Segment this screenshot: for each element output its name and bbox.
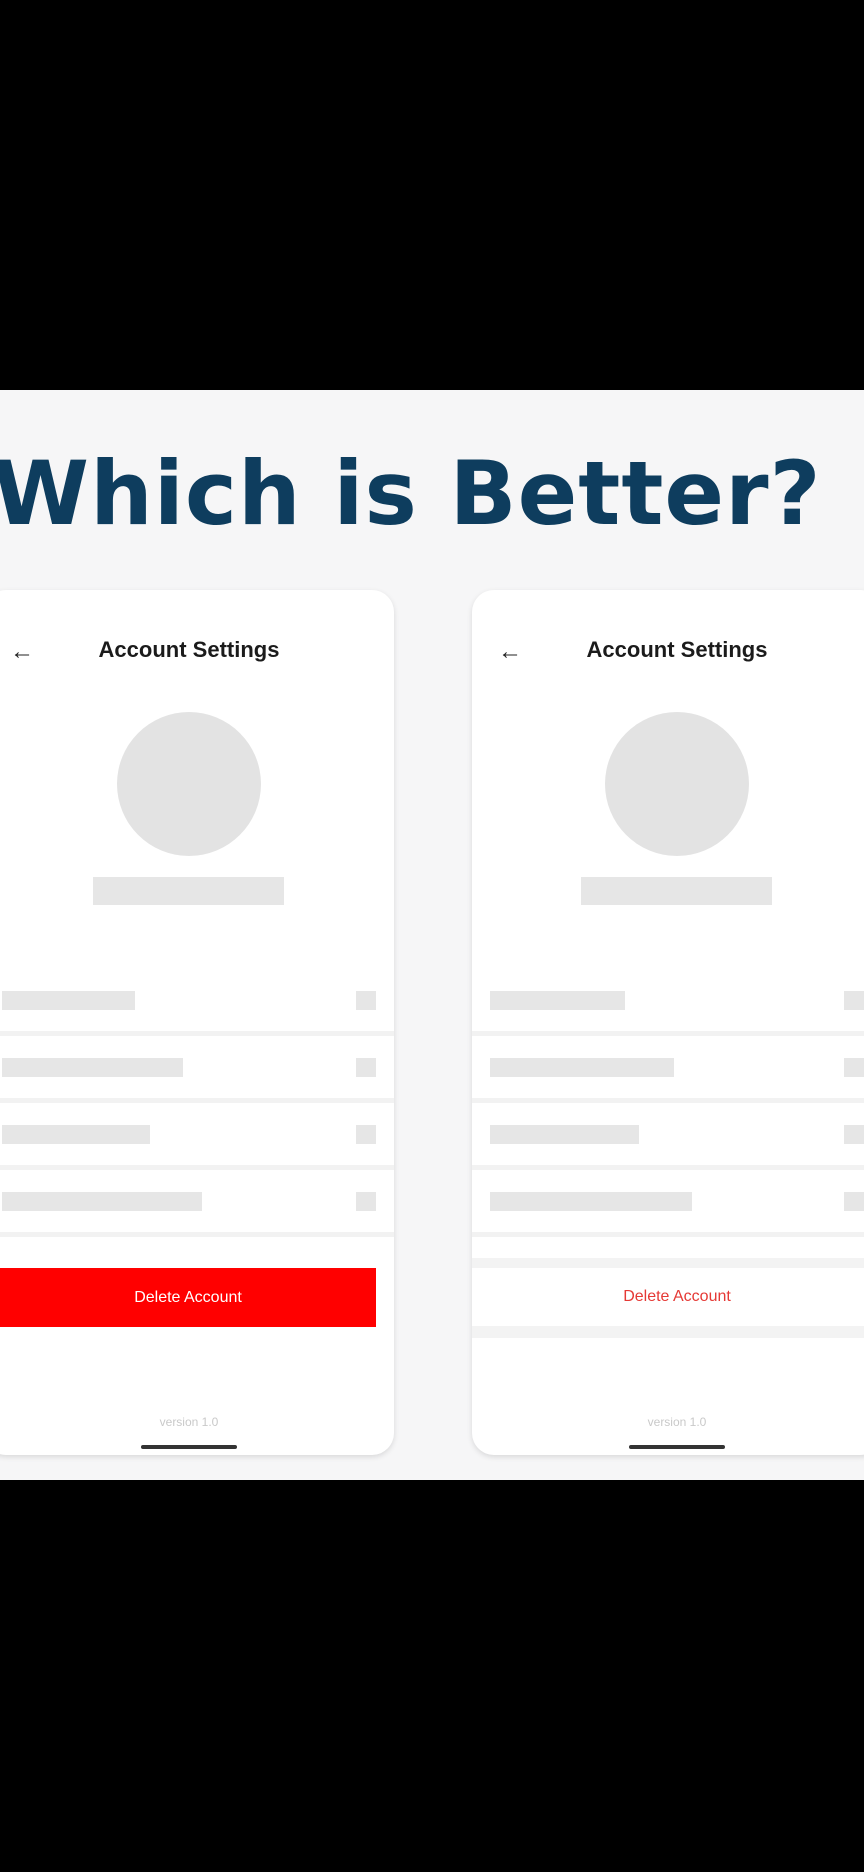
chevron-placeholder [844, 991, 864, 1010]
settings-row[interactable] [0, 1171, 394, 1233]
divider [472, 1031, 864, 1036]
chevron-placeholder [356, 1192, 376, 1211]
divider [472, 1165, 864, 1170]
avatar-placeholder [605, 712, 749, 856]
settings-row[interactable] [0, 970, 394, 1032]
settings-row[interactable] [472, 1171, 864, 1233]
settings-row[interactable] [472, 970, 864, 1032]
screen-title: Account Settings [586, 637, 768, 662]
chevron-placeholder [844, 1058, 864, 1077]
delete-account-button[interactable]: Delete Account [0, 1268, 376, 1327]
phone-screen-right: ← Account Settings Delete Account versio… [472, 590, 864, 1455]
divider [0, 1232, 394, 1237]
chevron-placeholder [844, 1125, 864, 1144]
phone-screen-left: ← Account Settings Delete Account versio… [0, 590, 394, 1455]
chevron-placeholder [356, 1058, 376, 1077]
name-placeholder [581, 877, 772, 905]
divider [0, 1098, 394, 1103]
chevron-placeholder [356, 991, 376, 1010]
divider [0, 1031, 394, 1036]
delete-account-button[interactable]: Delete Account [472, 1268, 864, 1326]
chevron-placeholder [356, 1125, 376, 1144]
name-placeholder [93, 877, 284, 905]
settings-row[interactable] [0, 1104, 394, 1166]
divider [0, 1165, 394, 1170]
settings-row[interactable] [472, 1037, 864, 1099]
divider [472, 1098, 864, 1103]
divider [472, 1232, 864, 1237]
avatar-placeholder [117, 712, 261, 856]
chevron-placeholder [844, 1192, 864, 1211]
home-indicator [629, 1445, 725, 1449]
settings-row[interactable] [0, 1037, 394, 1099]
slide-title: Which is Better? [0, 442, 822, 545]
version-label: version 1.0 [647, 1415, 707, 1429]
screen-title: Account Settings [98, 637, 280, 662]
settings-row[interactable] [472, 1104, 864, 1166]
version-label: version 1.0 [159, 1415, 219, 1429]
home-indicator [141, 1445, 237, 1449]
slide: Which is Better? ← Account Settings Dele… [0, 390, 864, 1480]
